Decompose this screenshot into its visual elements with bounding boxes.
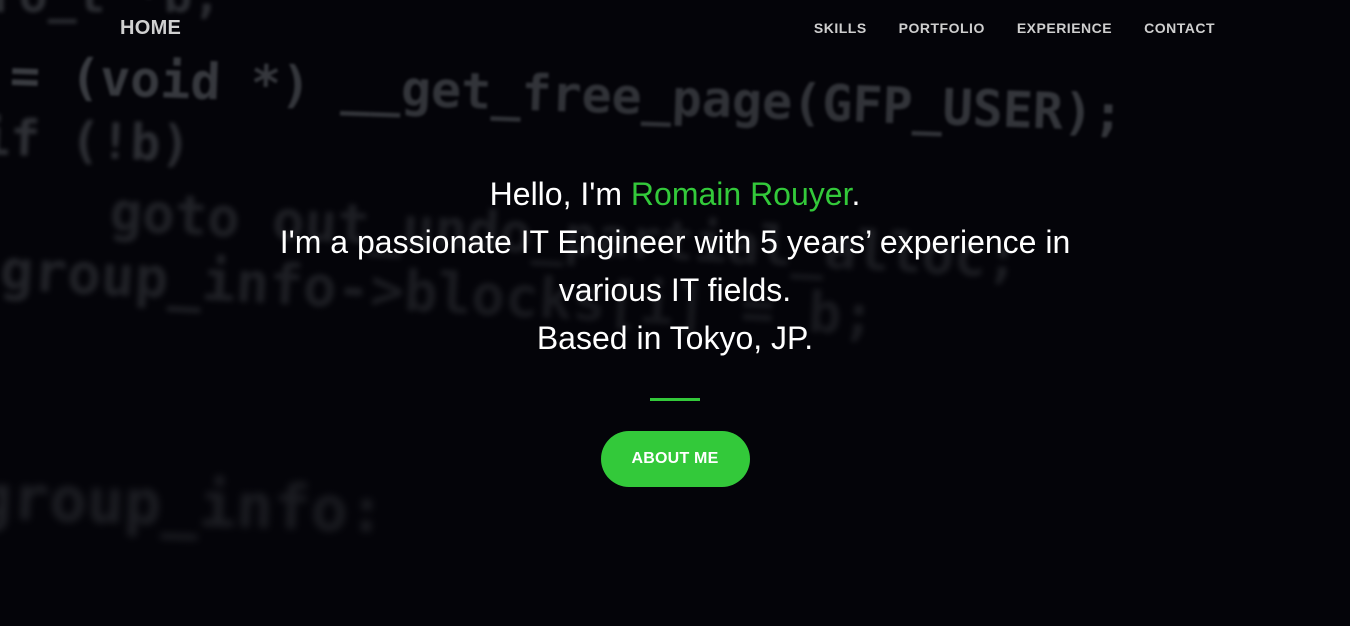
greeting-prefix: Hello, I'm <box>489 176 631 212</box>
hero-greeting: Hello, I'm Romain Rouyer. <box>0 170 1350 218</box>
top-navbar: HOME SKILLS PORTFOLIO EXPERIENCE CONTACT <box>0 0 1350 56</box>
nav-item-contact[interactable]: CONTACT <box>1144 20 1215 36</box>
hero-section: ro_t *b; = (void *) __get_free_page(GFP_… <box>0 0 1350 626</box>
greeting-suffix: . <box>851 176 861 212</box>
nav-item-skills[interactable]: SKILLS <box>814 20 867 36</box>
hero-location: Based in Tokyo, JP. <box>536 320 814 356</box>
about-me-button[interactable]: ABOUT ME <box>600 431 750 487</box>
code-line: if (!b) <box>0 108 192 174</box>
hero-content: Hello, I'm Romain Rouyer. I'm a passiona… <box>0 170 1350 487</box>
nav-item-experience[interactable]: EXPERIENCE <box>1017 20 1112 36</box>
accent-divider <box>650 398 700 401</box>
nav-home-link[interactable]: HOME <box>120 17 181 40</box>
nav-item-portfolio[interactable]: PORTFOLIO <box>899 20 985 36</box>
nav-menu: SKILLS PORTFOLIO EXPERIENCE CONTACT <box>814 20 1215 36</box>
hero-description: I'm a passionate IT Engineer with 5 year… <box>279 224 1071 308</box>
code-line: = (void *) __get_free_page(GFP_USER); <box>8 46 1125 143</box>
hero-name: Romain Rouyer <box>630 176 852 212</box>
